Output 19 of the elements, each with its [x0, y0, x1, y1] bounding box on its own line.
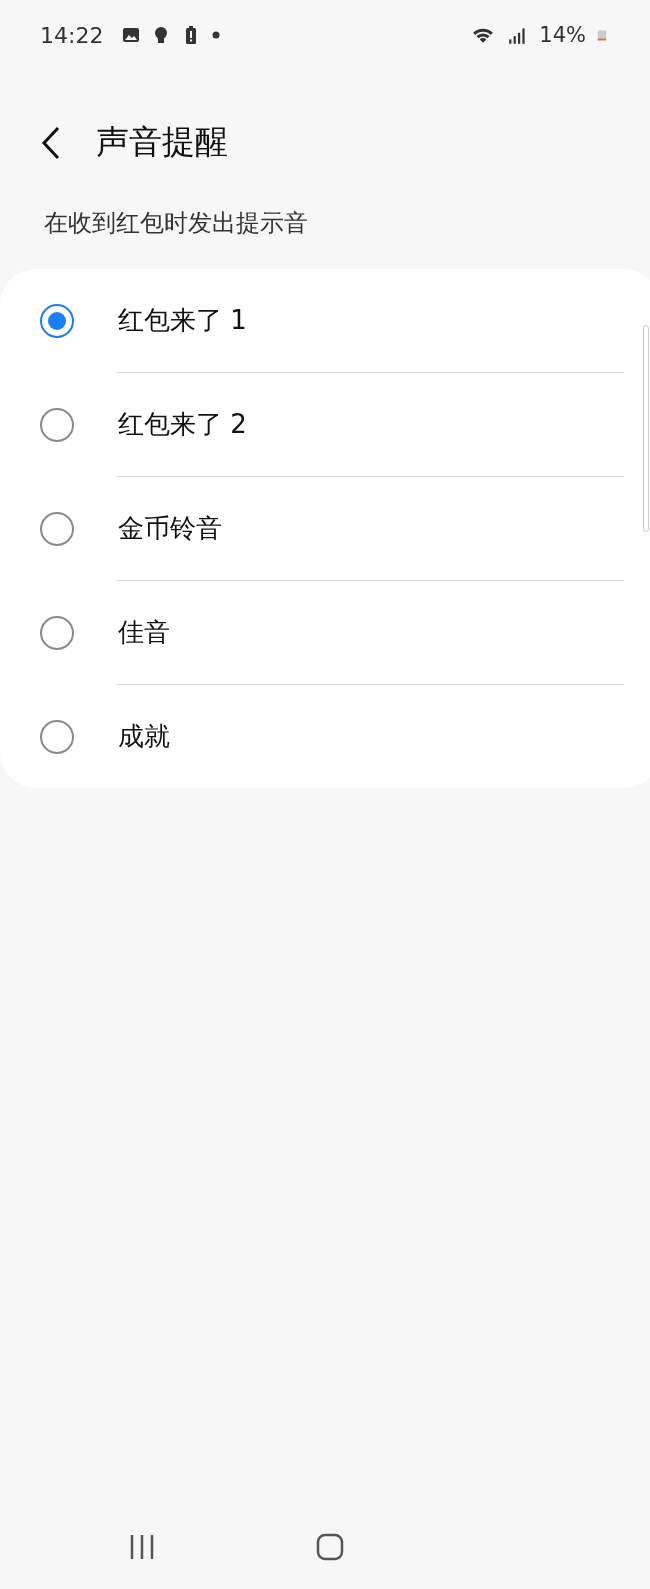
description-text: 在收到红包时发出提示音 [43, 208, 309, 239]
option-label[interactable]: 佳音 [118, 615, 170, 650]
image-icon [121, 25, 142, 45]
option-label[interactable]: 成就 [118, 719, 170, 754]
radio-button[interactable] [40, 407, 74, 442]
option-label[interactable]: 红包来了 2 [118, 407, 247, 442]
radio-button[interactable] [40, 303, 74, 338]
option-label[interactable]: 金币铃音 [118, 511, 222, 546]
page-title: 声音提醒 [96, 121, 228, 163]
recent-apps-icon[interactable] [128, 1532, 156, 1561]
status-time: 14:22 [40, 22, 104, 48]
battery-level: 14% [539, 23, 586, 47]
dot-icon [211, 30, 222, 40]
option-label[interactable]: 红包来了 1 [118, 303, 247, 338]
back-icon[interactable] [40, 124, 62, 161]
radio-button[interactable] [40, 719, 74, 754]
home-icon[interactable] [316, 1532, 344, 1561]
radio-button[interactable] [40, 615, 74, 650]
radio-button[interactable] [40, 511, 74, 546]
